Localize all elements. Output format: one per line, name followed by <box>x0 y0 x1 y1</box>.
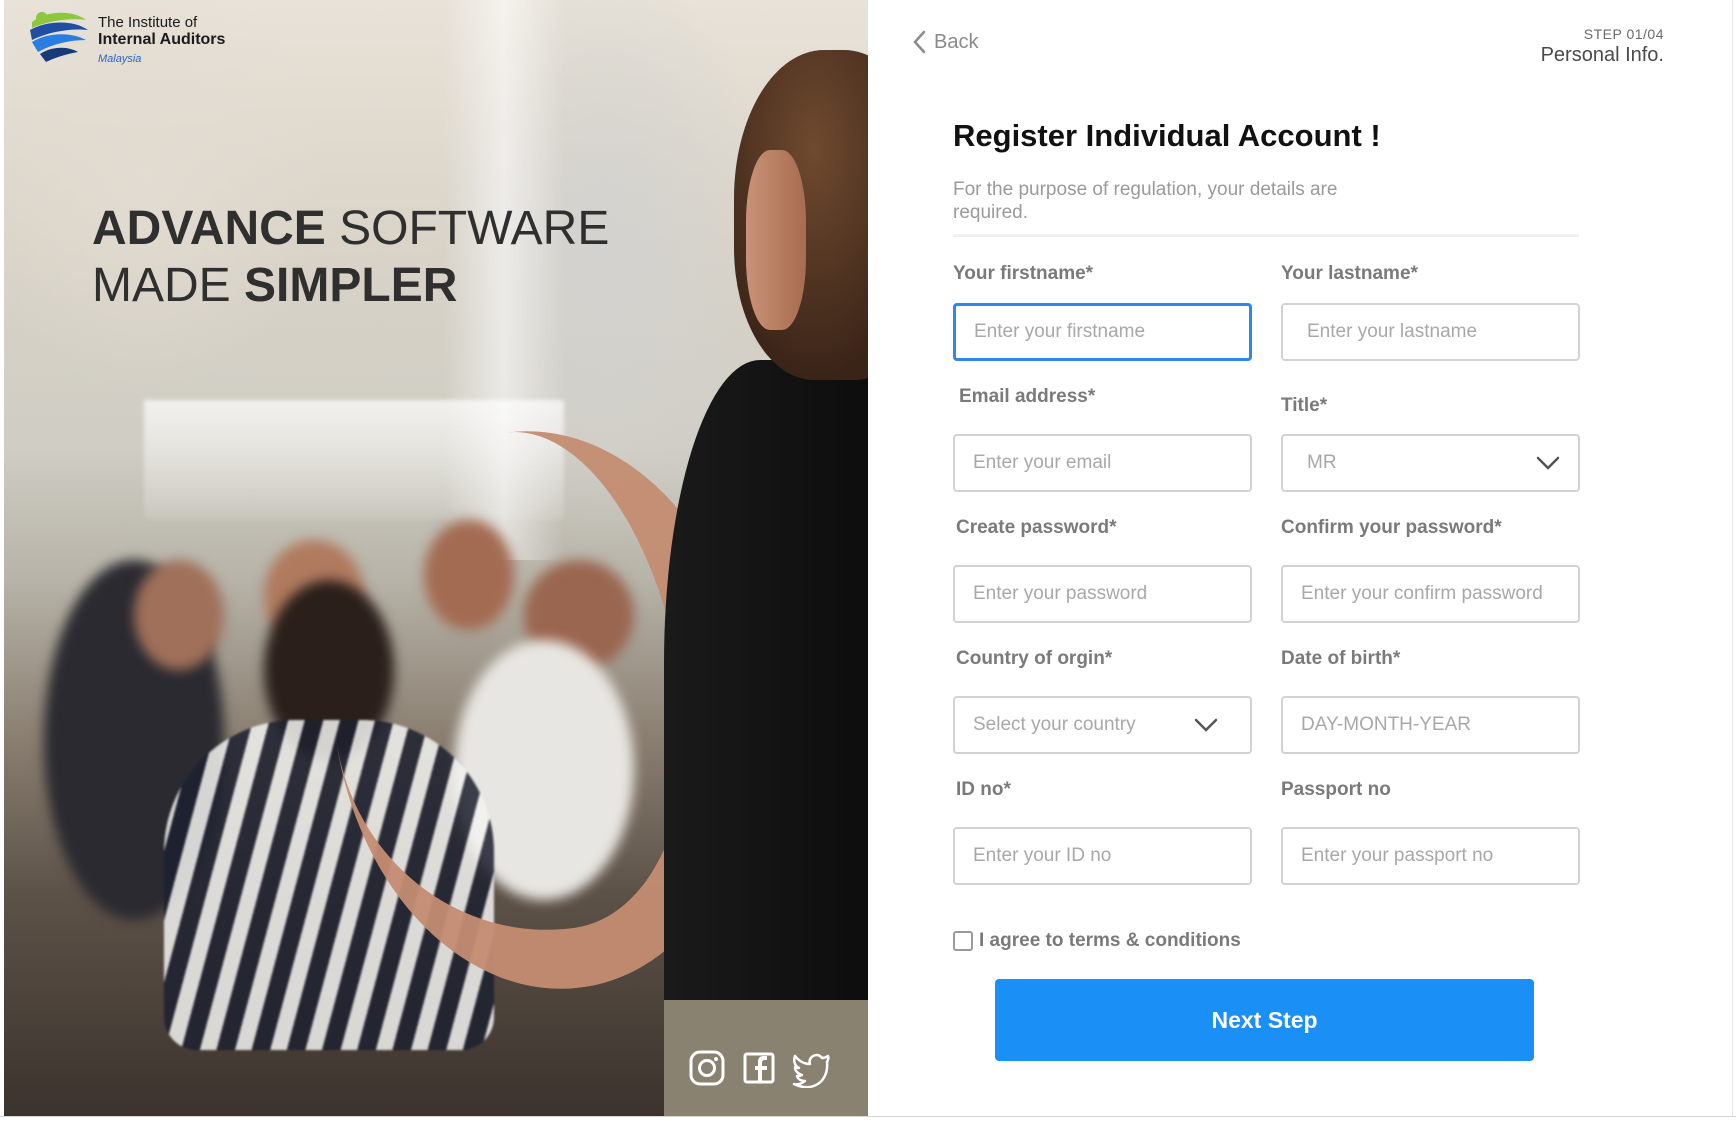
hero-tagline: ADVANCE SOFTWARE MADE SIMPLER <box>92 200 609 314</box>
country-select-value: Select your country <box>973 714 1136 735</box>
email-input[interactable] <box>973 452 1232 474</box>
tagline-bold-1: ADVANCE <box>92 202 326 255</box>
chevron-left-icon <box>913 30 926 54</box>
firstname-field[interactable] <box>953 303 1252 361</box>
terms-label: I agree to terms & conditions <box>979 930 1241 951</box>
brand-logo: The Institute of Internal Auditors Malay… <box>28 8 225 65</box>
confirm-password-field[interactable] <box>1281 565 1580 623</box>
registration-panel: Back STEP 01/04 Personal Info. Register … <box>868 0 1736 1116</box>
step-name: Personal Info. <box>1540 44 1664 66</box>
firstname-label: Your firstname* <box>953 263 1094 284</box>
country-select[interactable]: Select your country <box>953 696 1252 754</box>
instagram-icon[interactable] <box>688 1048 726 1088</box>
id-no-label: ID no* <box>956 779 1011 800</box>
chevron-down-icon <box>1194 718 1218 732</box>
country-label: Country of orgin* <box>956 648 1113 669</box>
step-number: STEP 01/04 <box>1583 26 1664 42</box>
page-title: Register Individual Account ! <box>953 118 1381 153</box>
lastname-input[interactable] <box>1307 321 1560 343</box>
passport-label: Passport no <box>1281 779 1391 800</box>
hero-image-panel: The Institute of Internal Auditors Malay… <box>4 0 868 1116</box>
lastname-label: Your lastname* <box>1281 263 1418 284</box>
next-step-button[interactable]: Next Step <box>995 979 1534 1061</box>
page-bottom-border <box>0 1116 1736 1117</box>
brand-line-1: The Institute of <box>98 14 198 31</box>
firstname-input[interactable] <box>974 321 1231 343</box>
twitter-icon[interactable] <box>792 1048 830 1089</box>
chevron-down-icon <box>1536 456 1560 470</box>
brand-line-2: Internal Auditors <box>98 31 226 48</box>
password-label: Create password* <box>956 517 1117 538</box>
dob-input[interactable] <box>1301 714 1560 736</box>
globe-logo-icon <box>30 12 88 62</box>
divider <box>953 234 1579 237</box>
title-select[interactable]: MR <box>1281 434 1580 492</box>
terms-agreement[interactable]: I agree to terms & conditions <box>953 930 1241 952</box>
page-subtitle: For the purpose of regulation, your deta… <box>953 179 1338 223</box>
terms-checkbox[interactable] <box>953 931 973 951</box>
dob-field[interactable] <box>1281 696 1580 754</box>
social-links <box>688 1048 830 1089</box>
confirm-password-label: Confirm your password* <box>1281 517 1502 538</box>
speaker-face <box>746 150 806 330</box>
password-input[interactable] <box>973 583 1232 605</box>
title-select-value: MR <box>1307 452 1337 473</box>
id-no-input[interactable] <box>973 845 1232 867</box>
tagline-rest-2: MADE <box>92 259 245 312</box>
brand-line-3: Malaysia <box>98 53 142 65</box>
step-indicator: STEP 01/04 Personal Info. <box>1541 26 1664 67</box>
back-button[interactable]: Back <box>912 30 978 54</box>
audience-member <box>134 560 224 670</box>
back-label: Back <box>934 30 979 53</box>
facebook-icon[interactable] <box>740 1048 778 1088</box>
title-label: Title* <box>1281 395 1328 416</box>
passport-field[interactable] <box>1281 827 1580 885</box>
email-field[interactable] <box>953 434 1252 492</box>
lastname-field[interactable] <box>1281 303 1580 361</box>
confirm-password-input[interactable] <box>1301 583 1560 605</box>
tagline-bold-2: SIMPLER <box>244 259 458 312</box>
dob-label: Date of birth* <box>1281 648 1401 669</box>
tagline-rest-1: SOFTWARE <box>325 202 610 255</box>
id-no-field[interactable] <box>953 827 1252 885</box>
passport-input[interactable] <box>1301 845 1560 867</box>
password-field[interactable] <box>953 565 1252 623</box>
page-right-border <box>1732 0 1733 1116</box>
email-label: Email address* <box>959 386 1096 407</box>
